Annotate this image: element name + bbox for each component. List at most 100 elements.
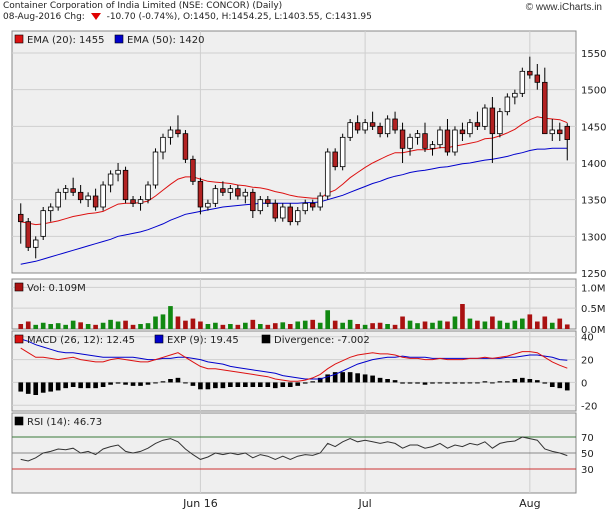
volume-bar	[475, 320, 480, 329]
volume-bar	[160, 314, 166, 329]
candle-body	[482, 107, 488, 127]
candle-body	[287, 206, 293, 223]
candle-body	[212, 188, 219, 204]
divergence-bar	[377, 377, 383, 383]
legend-label: EXP (9): 19.45	[167, 335, 239, 346]
x-axis-tick-label: Jun 16	[182, 497, 218, 510]
candle-body	[107, 173, 114, 186]
volume-bar	[385, 324, 390, 329]
volume-bar	[340, 322, 345, 329]
legend-swatch	[154, 334, 164, 344]
divergence-bar	[437, 382, 443, 384]
volume-bar	[55, 323, 61, 329]
candle-body	[257, 199, 264, 212]
candle-body	[295, 210, 301, 223]
candle-body	[527, 70, 533, 76]
candle-body	[407, 136, 413, 149]
candle-body	[70, 188, 76, 193]
volume-bar	[542, 316, 548, 329]
divergence-bar	[205, 382, 211, 390]
divergence-bar	[295, 382, 301, 386]
y-axis-tick-label: 1450	[581, 122, 606, 133]
divergence-bar	[287, 382, 293, 387]
stock-chart[interactable]: Jun 16 Jul Aug 1550 1500 1450 1400 1350 1300 1250…	[0, 0, 610, 514]
volume-bar	[520, 318, 525, 329]
volume-bar	[153, 316, 158, 329]
divergence-bar	[93, 382, 98, 389]
divergence-bar	[33, 382, 39, 395]
candle-body	[55, 191, 61, 208]
candle-body	[384, 118, 391, 135]
divergence-bar	[220, 382, 226, 389]
candle-body	[227, 188, 234, 193]
divergence-bar	[310, 381, 316, 383]
volume-bar	[168, 306, 173, 329]
volume-bar	[145, 323, 151, 329]
candle-body	[452, 129, 458, 153]
volume-bar	[130, 324, 136, 329]
divergence-bar	[557, 382, 563, 389]
candle-body	[549, 129, 556, 135]
divergence-bar	[564, 382, 570, 391]
volume-bar	[272, 323, 278, 329]
candle-body	[182, 133, 189, 160]
volume-bar	[25, 321, 31, 329]
divergence-bar	[243, 382, 248, 387]
candle-body	[399, 129, 406, 149]
divergence-bar	[228, 382, 233, 387]
legend-swatch	[14, 416, 24, 426]
divergence-bar	[18, 382, 24, 392]
divergence-bar	[213, 382, 218, 389]
volume-bar	[549, 322, 555, 329]
y-axis-tick-label: 40	[581, 333, 594, 344]
divergence-bar	[400, 382, 405, 384]
candle-body	[377, 125, 383, 135]
divergence-bar	[527, 379, 533, 383]
x-axis-tick-label: Jul	[357, 497, 371, 510]
volume-bar	[355, 324, 360, 329]
candle-body	[557, 129, 563, 135]
candle-body	[197, 180, 204, 208]
legend-label: EMA (20): 1455	[27, 35, 105, 46]
volume-bar	[70, 320, 76, 329]
candle-body	[324, 151, 331, 197]
y-axis-tick-label: 0	[581, 378, 587, 389]
candle-body	[220, 188, 226, 193]
volume-bar	[220, 324, 226, 329]
volume-bar	[250, 319, 256, 329]
volume-bar	[48, 324, 54, 329]
candle-body	[40, 210, 46, 237]
candle-body	[130, 199, 136, 204]
candle-body	[62, 188, 69, 193]
candle-body	[92, 195, 99, 208]
divergence-bar	[183, 382, 188, 384]
divergence-bar	[115, 382, 121, 384]
divergence-bar	[355, 373, 360, 383]
divergence-bar	[70, 382, 76, 387]
volume-bar	[78, 322, 83, 329]
y-axis-tick-label: 70	[581, 433, 594, 444]
volume-bar	[198, 321, 203, 329]
volume-bar	[415, 323, 420, 329]
divergence-bar	[175, 377, 181, 383]
divergence-bar	[85, 382, 91, 389]
legend-swatch	[14, 34, 24, 44]
divergence-bar	[325, 374, 331, 383]
legend-label: EMA (50): 1420	[127, 35, 205, 46]
candle-body	[250, 191, 256, 212]
candle-body	[354, 122, 361, 131]
volume-bar	[40, 322, 46, 329]
volume-bar	[183, 320, 188, 329]
volume-bar	[18, 324, 24, 329]
volume-bar	[422, 321, 428, 329]
divergence-bar	[497, 381, 503, 383]
y-axis-tick-label: 1550	[581, 49, 606, 60]
candle-body	[332, 151, 338, 168]
volume-bar	[63, 324, 68, 329]
candle-body	[302, 202, 308, 212]
candle-body	[564, 125, 570, 140]
volume-bar	[138, 324, 143, 329]
divergence-bar	[40, 382, 46, 393]
divergence-bar	[123, 382, 128, 385]
candle-body	[280, 206, 286, 219]
